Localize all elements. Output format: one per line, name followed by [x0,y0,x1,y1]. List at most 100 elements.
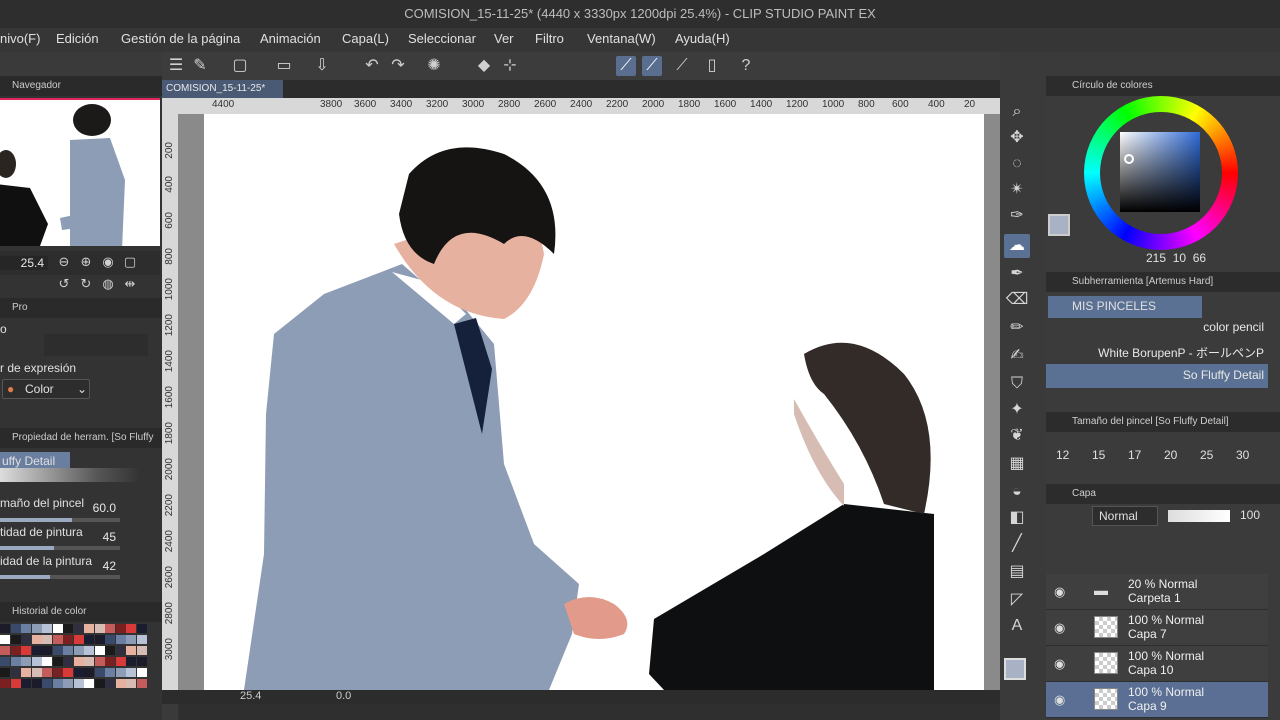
color-swatch[interactable] [42,679,52,688]
color-swatch[interactable] [63,657,73,666]
color-swatch[interactable] [31,668,42,677]
color-swatch[interactable] [73,679,84,688]
help-icon[interactable]: ? [736,56,756,76]
magic-wand-icon[interactable]: ✴ [1004,178,1030,202]
saturation-value-square[interactable] [1120,132,1200,212]
zoom-in-icon[interactable]: ⊕ [76,252,96,272]
color-swatch[interactable] [42,657,52,666]
eye-icon[interactable]: ◉ [1054,656,1065,672]
color-swatch[interactable] [42,635,52,644]
color-swatch[interactable] [84,635,94,644]
layer-row-folder[interactable]: ◉ ▬ 20 % Normal Carpeta 1 [1046,574,1268,610]
fill-icon[interactable]: ◆ [474,56,494,76]
navigator-zoom[interactable]: 25.4 [0,256,48,270]
blend-mode-select[interactable]: Normal [1092,506,1158,526]
color-swatch[interactable] [31,635,42,644]
eye-icon[interactable]: ◉ [1054,692,1065,708]
horizontal-scrollbar[interactable] [178,704,1000,720]
opacity-slider[interactable] [1168,510,1230,522]
grid-tool-icon[interactable]: ▦ [1004,452,1030,476]
color-swatch[interactable] [94,635,105,644]
color-swatch[interactable] [94,646,105,655]
color-swatch[interactable] [73,657,84,666]
color-swatch[interactable] [136,668,147,677]
color-swatch[interactable] [52,657,63,666]
color-swatch[interactable] [136,624,147,633]
color-picker-marker[interactable] [1124,154,1134,164]
brush-item-selected[interactable]: So Fluffy Detail [1046,364,1268,388]
color-swatch[interactable] [115,657,126,666]
menu-help[interactable]: Ayuda(H) [675,31,730,46]
color-swatch[interactable] [42,668,52,677]
color-swatch[interactable] [21,646,31,655]
color-swatch[interactable] [94,668,105,677]
tool-property-tab[interactable]: Pro [0,298,162,318]
snap-special-ruler-icon[interactable]: ⟋ [642,56,662,76]
brush-size-preset[interactable]: 15 [1092,448,1105,462]
color-swatch[interactable] [0,635,10,644]
fill-tool-icon[interactable]: ⛉ [1004,372,1030,396]
color-swatch[interactable] [136,635,147,644]
color-swatch[interactable] [10,635,21,644]
color-swatch[interactable] [126,624,136,633]
color-swatch[interactable] [126,668,136,677]
frame-tool-icon[interactable]: ▤ [1004,560,1030,584]
snap-ruler-icon[interactable]: ⟋ [616,56,636,76]
wheel-main-color[interactable] [1048,214,1070,236]
color-swatch[interactable] [84,668,94,677]
brush-tool-icon[interactable]: ☁ [1004,234,1030,258]
color-swatch[interactable] [63,679,73,688]
paint-amount-slider[interactable] [0,546,120,550]
brush-size-preset[interactable]: 17 [1128,448,1141,462]
rotate-right-icon[interactable]: ↻ [76,274,96,294]
color-swatch[interactable] [84,679,94,688]
color-swatch[interactable] [21,635,31,644]
expression-color-select[interactable]: ● Color ⌄ [2,379,90,399]
brush-size-preset[interactable]: 30 [1236,448,1249,462]
device-icon[interactable]: ▯ [702,56,722,76]
menu-layer[interactable]: Capa(L) [342,31,389,46]
bucket-icon[interactable]: ◒ [1004,480,1030,504]
color-swatch[interactable] [10,646,21,655]
color-swatch[interactable] [94,624,105,633]
zoom-tool-icon[interactable]: ⌕ [1004,100,1030,124]
new-file-icon[interactable]: ▢ [230,56,250,76]
color-swatch[interactable] [52,679,63,688]
color-swatch[interactable] [115,668,126,677]
move-tool-icon[interactable]: ✥ [1004,126,1030,150]
color-swatch[interactable] [31,657,42,666]
ruler-tool-icon[interactable]: ◸ [1004,588,1030,612]
color-swatch[interactable] [10,657,21,666]
menu-filter[interactable]: Filtro [535,31,564,46]
lasso-tool-icon[interactable]: ◌ [1004,152,1030,176]
color-swatch[interactable] [10,624,21,633]
reset-rotation-icon[interactable]: ◍ [98,274,118,294]
color-swatch[interactable] [136,646,147,655]
rotate-left-icon[interactable]: ↺ [54,274,74,294]
color-swatch[interactable] [0,679,10,688]
flip-horizontal-icon[interactable]: ⇹ [120,274,140,294]
gradient-icon[interactable]: ◧ [1004,506,1030,530]
eraser-icon[interactable]: ⌫ [1004,288,1030,312]
color-swatch[interactable] [63,624,73,633]
color-swatch[interactable] [94,657,105,666]
color-swatch[interactable] [0,657,10,666]
menu-file[interactable]: nivo(F) [0,31,40,46]
blend-tool-icon[interactable]: ✍ [1004,344,1030,368]
decoration-icon[interactable]: ❦ [1004,424,1030,448]
menu-icon[interactable]: ☰ [166,56,186,76]
brush-size-preset[interactable]: 20 [1164,448,1177,462]
color-swatch[interactable] [21,624,31,633]
color-swatch[interactable] [10,668,21,677]
actual-size-icon[interactable]: ◉ [98,252,118,272]
transform-icon[interactable]: ⊹ [500,56,520,76]
menu-select[interactable]: Seleccionar [408,31,476,46]
color-swatch[interactable] [63,646,73,655]
color-swatch[interactable] [115,635,126,644]
color-swatch[interactable] [31,646,42,655]
color-swatch[interactable] [126,646,136,655]
menu-view[interactable]: Ver [494,31,514,46]
brush-size-preset[interactable]: 12 [1056,448,1069,462]
paint-amount-value[interactable]: 45 [78,530,116,544]
layer-row[interactable]: ◉ 100 % Normal Capa 10 [1046,646,1268,682]
